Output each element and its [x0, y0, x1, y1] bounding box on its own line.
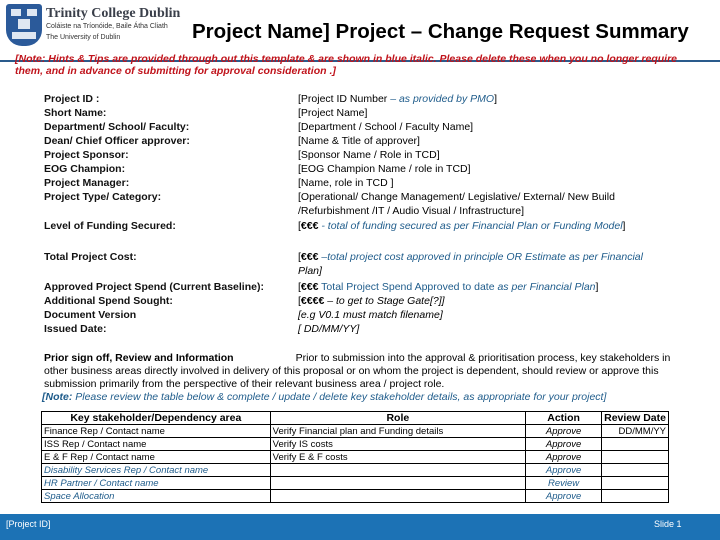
value-document-version: [e.g V0.1 must match filename]: [298, 309, 443, 321]
cell-review-date[interactable]: [601, 476, 669, 490]
page-title: Project Name] Project – Change Request S…: [192, 20, 689, 43]
cell-review-date[interactable]: DD/MM/YY: [601, 424, 669, 438]
table-row: Finance Rep / Contact name Verify Financ…: [41, 424, 669, 438]
value-project-id: [Project ID Number – as provided by PMO]: [298, 93, 498, 105]
institution-irish-name: Coláiste na Tríonóide, Baile Átha Cliath: [46, 23, 168, 30]
cell-review-date[interactable]: [601, 437, 669, 451]
cell-area[interactable]: ISS Rep / Contact name: [41, 437, 271, 451]
institution-brand: Trinity College Dublin Coláiste na Tríon…: [46, 6, 180, 43]
label-project-id: Project ID :: [44, 93, 100, 105]
prior-signoff-heading: Prior sign off, Review and Information: [44, 352, 234, 364]
value-short-name: [Project Name]: [298, 107, 368, 119]
table-row: Disability Services Rep / Contact name A…: [41, 463, 669, 477]
cell-review-date[interactable]: [601, 489, 669, 503]
cell-area[interactable]: Disability Services Rep / Contact name: [41, 463, 271, 477]
label-short-name: Short Name:: [44, 107, 107, 119]
cell-role[interactable]: Verify E & F costs: [269, 450, 527, 464]
cell-role[interactable]: Verify Financial plan and Funding detail…: [269, 424, 527, 438]
value-issued-date: [ DD/MM/YY]: [298, 323, 360, 335]
value-additional-spend: [€€€€ – to get to Stage Gate[?]]: [298, 295, 445, 307]
slide-footer: [Project ID] Slide 1: [0, 514, 720, 540]
label-department: Department/ School/ Faculty:: [44, 121, 190, 133]
label-project-type: Project Type/ Category:: [44, 191, 162, 203]
table-row: E & F Rep / Contact name Verify E & F co…: [41, 450, 669, 464]
cell-role[interactable]: [269, 476, 527, 490]
label-total-cost: Total Project Cost:: [44, 251, 137, 263]
trinity-crest-icon: [6, 4, 42, 46]
cell-area[interactable]: E & F Rep / Contact name: [41, 450, 271, 464]
cell-role[interactable]: Verify IS costs: [269, 437, 527, 451]
label-funding-secured: Level of Funding Secured:: [44, 220, 176, 232]
label-approved-spend: Approved Project Spend (Current Baseline…: [44, 281, 264, 293]
value-project-sponsor: [Sponsor Name / Role in TCD]: [298, 149, 440, 161]
slide-number: Slide 1: [654, 519, 682, 529]
cell-action[interactable]: Review: [525, 476, 603, 490]
label-dean-approver: Dean/ Chief Officer approver:: [44, 135, 190, 147]
value-project-manager: [Name, role in TCD ]: [298, 177, 394, 189]
value-project-type-line2: /Refurbishment /IT / Audio Visual / Infr…: [298, 205, 525, 217]
column-header-area: Key stakeholder/Dependency area: [41, 411, 271, 425]
column-header-review-date: Review Date: [601, 411, 669, 425]
cell-action[interactable]: Approve: [525, 489, 603, 503]
value-project-type: [Operational/ Change Management/ Legisla…: [298, 191, 615, 203]
label-project-sponsor: Project Sponsor:: [44, 149, 129, 161]
label-issued-date: Issued Date:: [44, 323, 107, 335]
cell-role[interactable]: [269, 489, 527, 503]
value-funding-secured: [€€€ - total of funding secured as per F…: [298, 220, 626, 232]
table-row: Space Allocation Approve: [41, 489, 669, 503]
cell-area[interactable]: HR Partner / Contact name: [41, 476, 271, 490]
cell-action[interactable]: Approve: [525, 450, 603, 464]
cell-action[interactable]: Approve: [525, 424, 603, 438]
table-row: HR Partner / Contact name Review: [41, 476, 669, 490]
cell-review-date[interactable]: [601, 463, 669, 477]
value-total-cost: [€€€ –total project cost approved in pri…: [298, 251, 643, 263]
column-header-role: Role: [269, 411, 527, 425]
footer-project-id: [Project ID]: [6, 519, 51, 529]
table-row: ISS Rep / Contact name Verify IS costs A…: [41, 437, 669, 451]
cell-action[interactable]: Approve: [525, 437, 603, 451]
value-department: [Department / School / Faculty Name]: [298, 121, 474, 133]
value-total-cost-line2: Plan]: [298, 265, 322, 277]
label-additional-spend: Additional Spend Sought:: [44, 295, 173, 307]
stakeholder-table: Key stakeholder/Dependency area Role Act…: [41, 411, 669, 503]
label-eog-champion: EOG Champion:: [44, 163, 126, 175]
prior-signoff-paragraph: Prior sign off, Review and Information Pr…: [44, 352, 684, 391]
institution-name: Trinity College Dublin: [46, 6, 181, 21]
label-document-version: Document Version: [44, 309, 137, 321]
cell-action[interactable]: Approve: [525, 463, 603, 477]
stakeholder-table-note: [Note: Please review the table below & c…: [42, 391, 607, 403]
hints-note: [Note: Hints & Tips are provided through…: [15, 53, 677, 77]
institution-subtitle: The University of Dublin: [46, 34, 121, 41]
cell-area[interactable]: Space Allocation: [41, 489, 271, 503]
column-header-action: Action: [525, 411, 603, 425]
label-project-manager: Project Manager:: [44, 177, 130, 189]
table-header-row: Key stakeholder/Dependency area Role Act…: [41, 411, 669, 425]
value-approved-spend: [€€€ Total Project Spend Approved to dat…: [298, 281, 599, 293]
value-dean-approver: [Name & Title of approver]: [298, 135, 420, 147]
cell-role[interactable]: [269, 463, 527, 477]
cell-review-date[interactable]: [601, 450, 669, 464]
cell-area[interactable]: Finance Rep / Contact name: [41, 424, 271, 438]
value-eog-champion: [EOG Champion Name / role in TCD]: [298, 163, 471, 175]
